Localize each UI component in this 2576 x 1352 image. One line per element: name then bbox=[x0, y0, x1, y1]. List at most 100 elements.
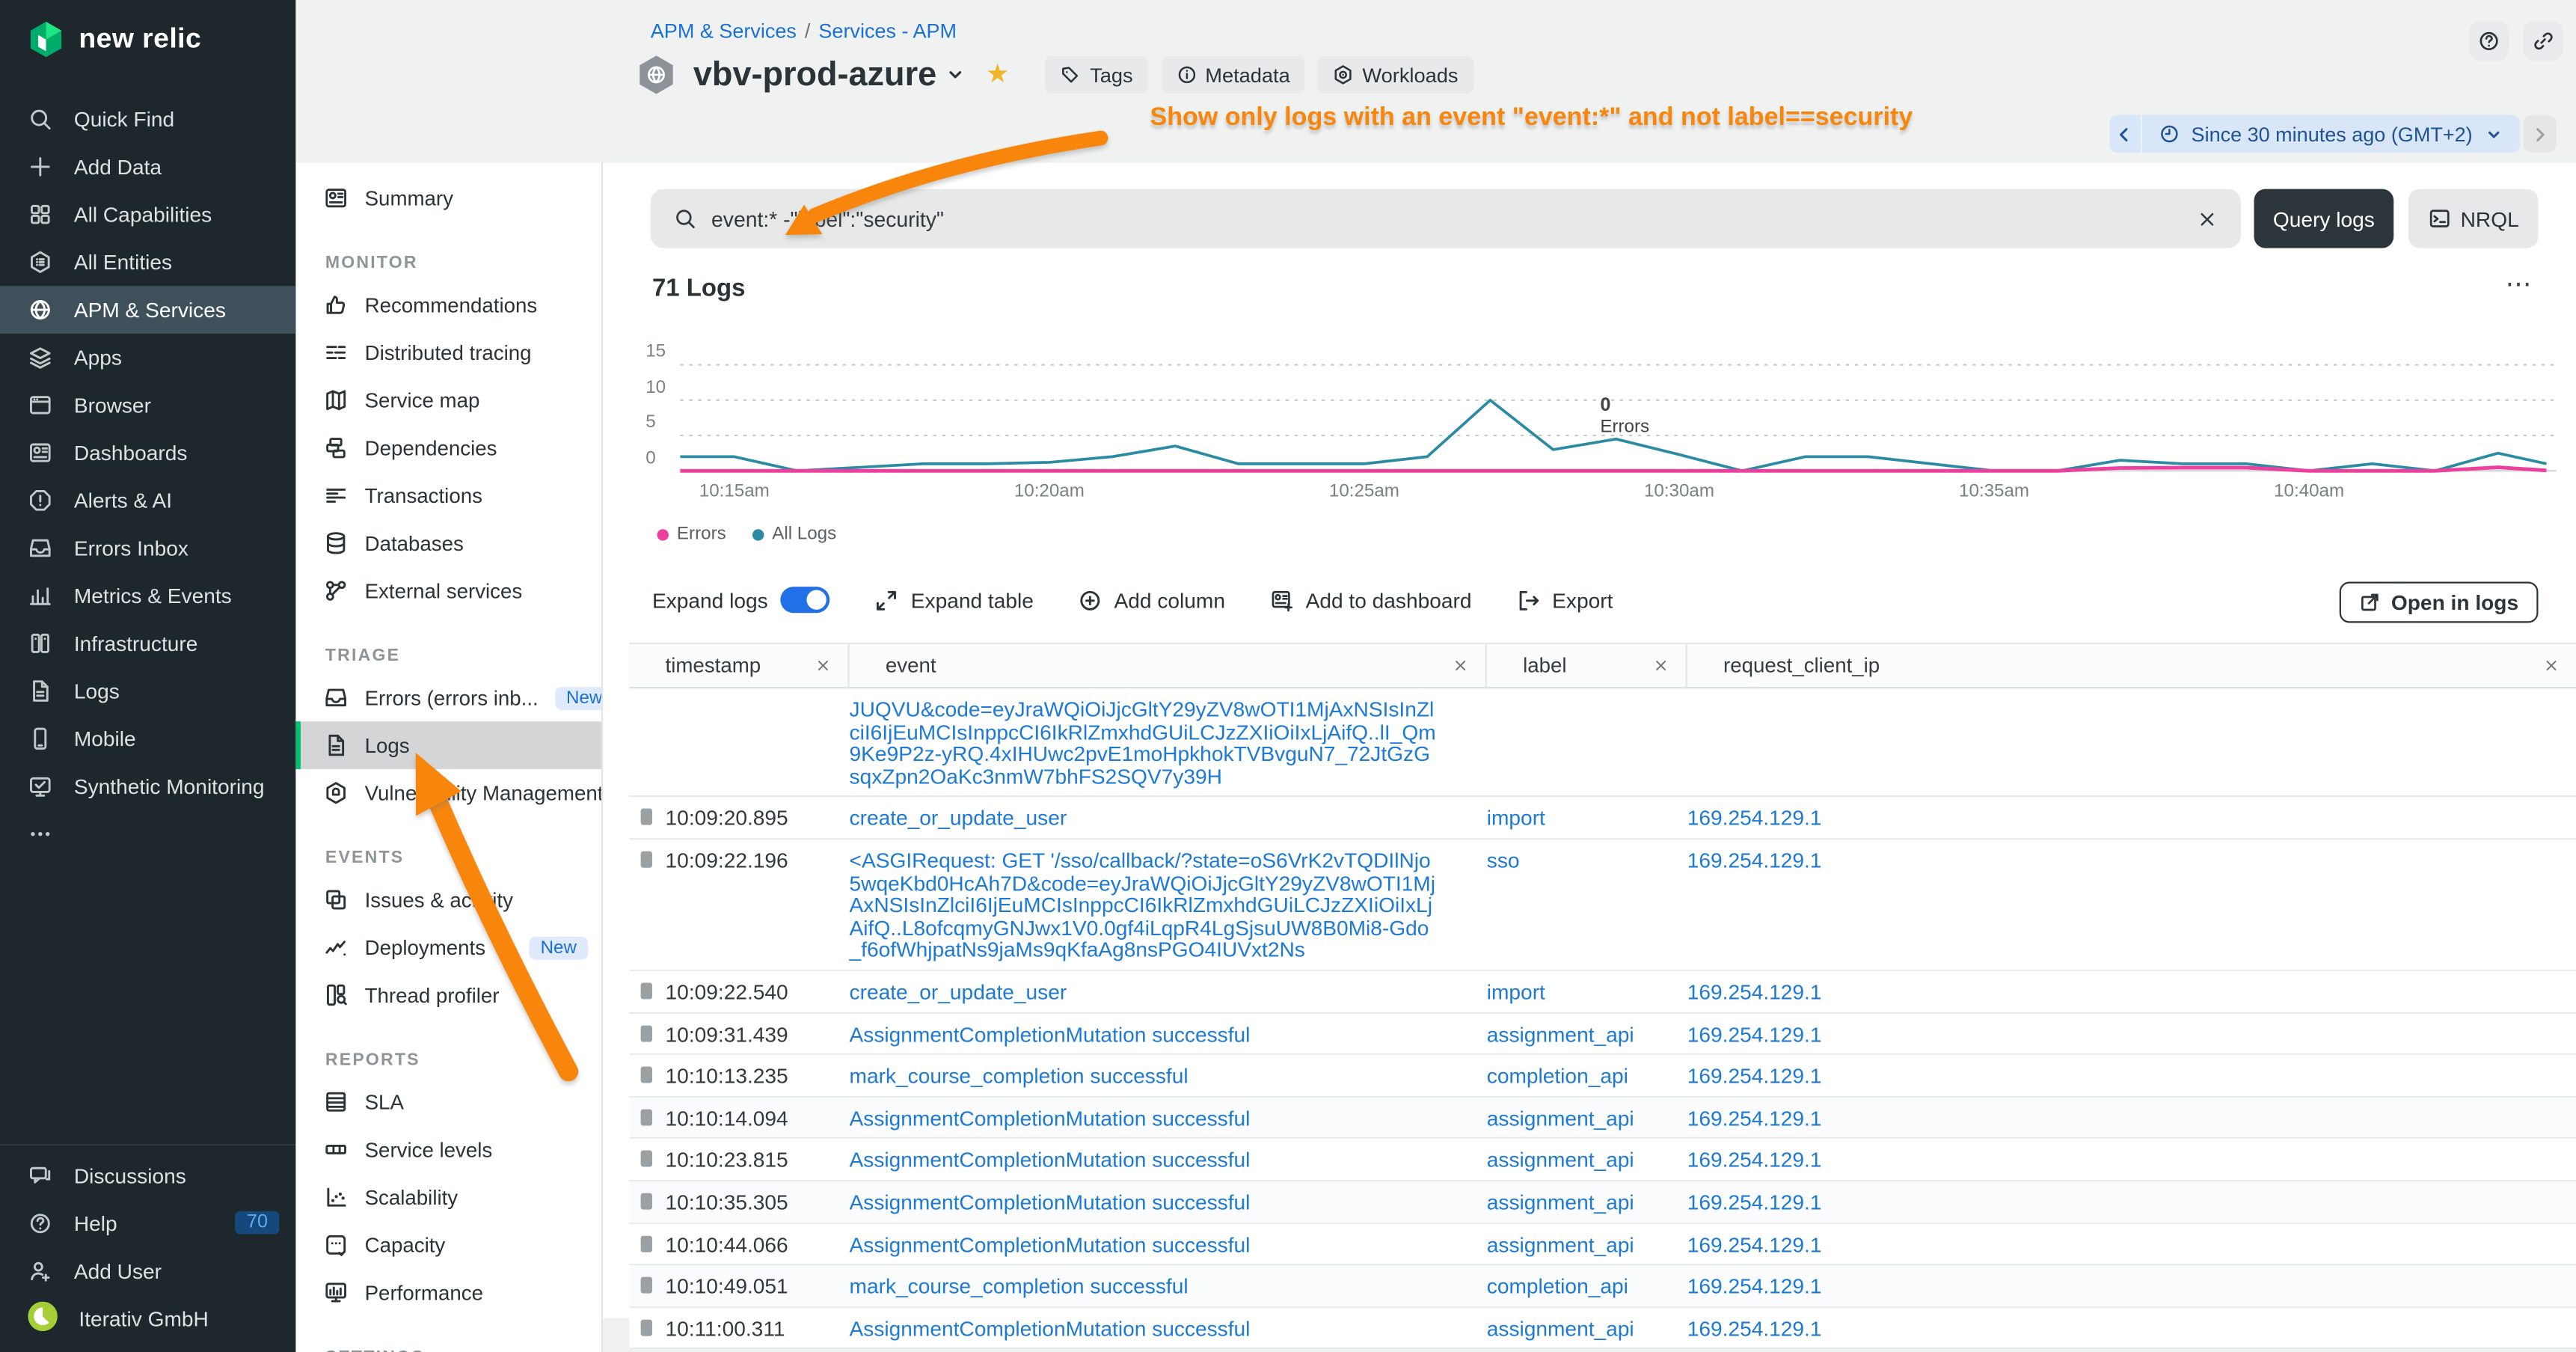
export-button[interactable]: Export bbox=[1516, 587, 1613, 612]
table-row[interactable]: 10:10:23.815AssignmentCompletionMutation… bbox=[629, 1140, 2576, 1181]
table-row[interactable]: 10:09:20.895create_or_update_userimport1… bbox=[629, 798, 2576, 839]
entity-chevron-down-icon[interactable] bbox=[945, 64, 966, 86]
ip-link[interactable]: 169.254.129.1 bbox=[1687, 1273, 1822, 1298]
label-link[interactable]: assignment_api bbox=[1487, 1021, 1634, 1046]
sidebar-item-mobile[interactable]: Mobile bbox=[0, 715, 295, 762]
open-in-logs-button[interactable]: Open in logs bbox=[2339, 582, 2539, 623]
subnav-item-errors-errors-inb[interactable]: Errors (errors inb...New bbox=[295, 674, 601, 722]
sidebar-item-all-capabilities[interactable]: All Capabilities bbox=[0, 191, 295, 239]
help-button[interactable] bbox=[2469, 22, 2509, 61]
sidebar-item-quick-find[interactable]: Quick Find bbox=[0, 95, 295, 143]
label-link[interactable]: completion_api bbox=[1487, 1273, 1628, 1298]
sidebar-item-apm-services[interactable]: APM & Services bbox=[0, 286, 295, 334]
table-row[interactable]: 10:10:49.051mark_course_completion succe… bbox=[629, 1265, 2576, 1307]
ip-link[interactable]: 169.254.129.1 bbox=[1687, 848, 1822, 872]
sidebar-item-add-user[interactable]: Add User bbox=[0, 1247, 295, 1294]
subnav-item-capacity[interactable]: Capacity bbox=[295, 1221, 601, 1269]
subnav-item-deployments[interactable]: DeploymentsNew bbox=[295, 923, 601, 971]
table-row[interactable]: 10:09:22.196<ASGIRequest: GET '/sso/call… bbox=[629, 839, 2576, 971]
subnav-item-scalability[interactable]: Scalability bbox=[295, 1173, 601, 1221]
sidebar-item-add-data[interactable]: Add Data bbox=[0, 143, 295, 191]
subnav-item-external-services[interactable]: External services bbox=[295, 567, 601, 615]
legend-item-errors[interactable]: Errors bbox=[657, 524, 726, 544]
subnav-item-recommendations[interactable]: Recommendations bbox=[295, 281, 601, 329]
sidebar-item-more[interactable] bbox=[0, 810, 295, 858]
ip-link[interactable]: 169.254.129.1 bbox=[1687, 1106, 1822, 1131]
nrql-button[interactable]: NRQL bbox=[2408, 189, 2539, 248]
event-link[interactable]: mark_course_completion successful bbox=[850, 1063, 1189, 1088]
sidebar-item-help[interactable]: Help70 bbox=[0, 1199, 295, 1247]
sidebar-item-logs[interactable]: Logs bbox=[0, 667, 295, 715]
label-link[interactable]: assignment_api bbox=[1487, 1148, 1634, 1172]
sidebar-item-alerts-ai[interactable]: Alerts & AI bbox=[0, 477, 295, 524]
event-link[interactable]: AssignmentCompletionMutation successful bbox=[850, 1148, 1251, 1172]
label-link[interactable]: assignment_api bbox=[1487, 1316, 1634, 1341]
sidebar-item-iterativ-gmbh[interactable]: Iterativ GmbH bbox=[0, 1294, 295, 1342]
label-link[interactable]: import bbox=[1487, 979, 1545, 1004]
event-link[interactable]: AssignmentCompletionMutation successful bbox=[850, 1106, 1251, 1131]
event-link[interactable]: AssignmentCompletionMutation successful bbox=[850, 1316, 1251, 1341]
clear-query-button[interactable] bbox=[2197, 208, 2218, 230]
sidebar-item-errors-inbox[interactable]: Errors Inbox bbox=[0, 524, 295, 572]
favorite-star-icon[interactable]: ★ bbox=[986, 61, 1010, 88]
subnav-item-service-map[interactable]: Service map bbox=[295, 376, 601, 424]
subnav-item-summary[interactable]: Summary bbox=[295, 174, 601, 222]
table-row[interactable]: 10:11:00.311AssignmentCompletionMutation… bbox=[629, 1308, 2576, 1350]
remove-column-icon[interactable] bbox=[815, 658, 831, 674]
expand-table-button[interactable]: Expand table bbox=[874, 587, 1033, 612]
subnav-item-service-levels[interactable]: Service levels bbox=[295, 1126, 601, 1174]
copy-link-button[interactable] bbox=[2524, 22, 2563, 61]
table-row[interactable]: JUQVU&code=eyJraWQiOiJjcGltY29yZV8wOTI1M… bbox=[629, 688, 2576, 798]
remove-column-icon[interactable] bbox=[2543, 658, 2560, 674]
sidebar-item-discussions[interactable]: Discussions bbox=[0, 1151, 295, 1199]
table-row[interactable]: 10:10:35.305AssignmentCompletionMutation… bbox=[629, 1181, 2576, 1223]
subnav-item-dependencies[interactable]: Dependencies bbox=[295, 424, 601, 472]
sidebar-item-dashboards[interactable]: Dashboards bbox=[0, 429, 295, 477]
event-link[interactable]: JUQVU&code=eyJraWQiOiJjcGltY29yZV8wOTI1M… bbox=[850, 697, 1436, 789]
expand-logs-toggle[interactable] bbox=[781, 587, 830, 613]
subnav-item-databases[interactable]: Databases bbox=[295, 519, 601, 567]
tags-button[interactable]: Tags bbox=[1046, 56, 1148, 94]
new-relic-logo[interactable]: new relic bbox=[0, 0, 295, 59]
query-input-value[interactable]: event:* -"label":"security" bbox=[711, 207, 2197, 231]
label-link[interactable]: assignment_api bbox=[1487, 1106, 1634, 1131]
event-link[interactable]: AssignmentCompletionMutation successful bbox=[850, 1232, 1251, 1256]
label-link[interactable]: import bbox=[1487, 806, 1545, 831]
breadcrumb-apm-services[interactable]: APM & Services bbox=[651, 19, 797, 43]
query-logs-button[interactable]: Query logs bbox=[2254, 189, 2394, 248]
sidebar-item-browser[interactable]: Browser bbox=[0, 382, 295, 429]
subnav-item-performance[interactable]: Performance bbox=[295, 1269, 601, 1317]
ip-link[interactable]: 169.254.129.1 bbox=[1687, 1063, 1822, 1088]
label-link[interactable]: assignment_api bbox=[1487, 1190, 1634, 1214]
subnav-item-issues-activity[interactable]: Issues & activity bbox=[295, 876, 601, 924]
log-query-bar[interactable]: event:* -"label":"security" bbox=[651, 189, 2241, 248]
time-back-button[interactable] bbox=[2109, 115, 2141, 153]
table-row[interactable]: 10:09:22.540create_or_update_userimport1… bbox=[629, 971, 2576, 1013]
table-row[interactable]: 10:10:13.235mark_course_completion succe… bbox=[629, 1055, 2576, 1097]
event-link[interactable]: AssignmentCompletionMutation successful bbox=[850, 1021, 1251, 1046]
sidebar-item-apps[interactable]: Apps bbox=[0, 334, 295, 382]
ip-link[interactable]: 169.254.129.1 bbox=[1687, 1232, 1822, 1256]
subnav-item-sla[interactable]: SLA bbox=[295, 1078, 601, 1126]
table-row[interactable]: 10:09:31.439AssignmentCompletionMutation… bbox=[629, 1013, 2576, 1055]
event-link[interactable]: create_or_update_user bbox=[850, 806, 1067, 831]
remove-column-icon[interactable] bbox=[1453, 658, 1469, 674]
sidebar-item-all-entities[interactable]: All Entities bbox=[0, 238, 295, 286]
event-link[interactable]: <ASGIRequest: GET '/sso/callback/?state=… bbox=[850, 848, 1435, 961]
sidebar-item-infrastructure[interactable]: Infrastructure bbox=[0, 620, 295, 667]
ip-link[interactable]: 169.254.129.1 bbox=[1687, 979, 1822, 1004]
chart-menu-button[interactable]: ⋯ bbox=[2506, 268, 2533, 301]
breadcrumb-services-apm[interactable]: Services - APM bbox=[818, 19, 957, 43]
ip-link[interactable]: 169.254.129.1 bbox=[1687, 1316, 1822, 1341]
sidebar-item-metrics-events[interactable]: Metrics & Events bbox=[0, 572, 295, 620]
ip-link[interactable]: 169.254.129.1 bbox=[1687, 806, 1822, 831]
event-link[interactable]: create_or_update_user bbox=[850, 979, 1067, 1004]
logs-timeseries-chart[interactable]: 0 Errors 10:15am10:20am10:25am10:30am10:… bbox=[680, 337, 2556, 504]
subnav-item-transactions[interactable]: Transactions bbox=[295, 471, 601, 519]
ip-link[interactable]: 169.254.129.1 bbox=[1687, 1148, 1822, 1172]
event-link[interactable]: AssignmentCompletionMutation successful bbox=[850, 1190, 1251, 1214]
label-link[interactable]: assignment_api bbox=[1487, 1232, 1634, 1256]
subnav-item-distributed-tracing[interactable]: Distributed tracing bbox=[295, 328, 601, 376]
table-row[interactable]: 10:10:44.066AssignmentCompletionMutation… bbox=[629, 1223, 2576, 1265]
workloads-button[interactable]: Workloads bbox=[1318, 56, 1473, 94]
